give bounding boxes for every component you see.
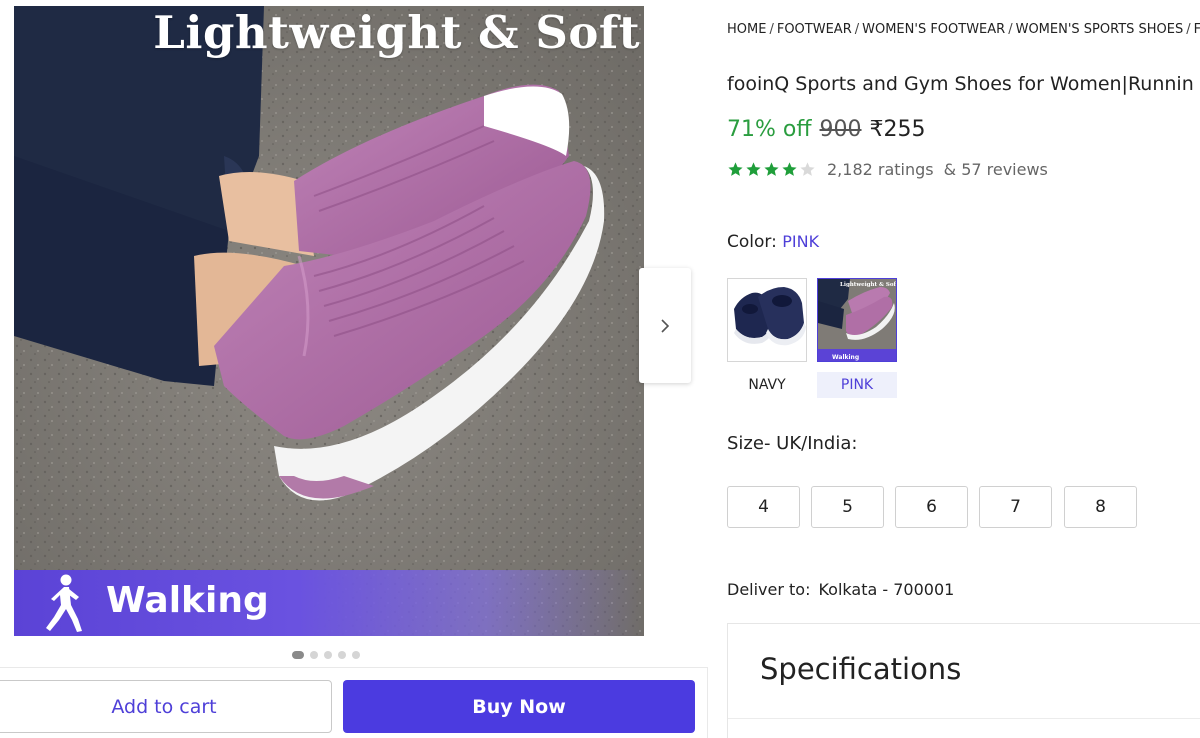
rating-row: 2,182 ratings & 57 reviews bbox=[727, 160, 1048, 179]
discount-percent: 71% off bbox=[727, 117, 812, 142]
add-to-cart-button[interactable]: Add to cart bbox=[0, 680, 332, 733]
color-label-text: Color: bbox=[727, 232, 777, 252]
size-option-5[interactable]: 5 bbox=[811, 486, 884, 528]
size-option-7[interactable]: 7 bbox=[979, 486, 1052, 528]
gallery-dot[interactable] bbox=[310, 651, 318, 659]
navy-shoe-thumbnail bbox=[728, 279, 806, 361]
size-option-4[interactable]: 4 bbox=[727, 486, 800, 528]
gallery-dot[interactable] bbox=[292, 651, 304, 659]
breadcrumb-home[interactable]: HOME bbox=[727, 22, 766, 37]
walking-label: Walking bbox=[106, 580, 269, 621]
gallery-dots bbox=[292, 651, 360, 659]
breadcrumb-footwear[interactable]: FOOTWEAR bbox=[777, 22, 852, 37]
color-swatch-navy[interactable] bbox=[727, 278, 807, 362]
product-gallery: Lightweight & Soft Walking Add to cart B… bbox=[0, 0, 708, 738]
delivery-row: Deliver to: Kolkata - 700001 bbox=[727, 580, 954, 599]
color-option-navy-label[interactable]: NAVY bbox=[727, 372, 807, 398]
breadcrumb: HOME / FOOTWEAR / WOMEN'S FOOTWEAR / WOMEN'S S… bbox=[727, 22, 1200, 37]
gallery-dot[interactable] bbox=[338, 651, 346, 659]
breadcrumb-womens-footwear[interactable]: WOMEN'S FOOTWEAR bbox=[862, 22, 1005, 37]
original-price: 900 bbox=[819, 117, 862, 142]
action-bar: Add to cart Buy Now bbox=[0, 667, 708, 738]
thumbnail-headline-text: Lightweight & Soft bbox=[840, 282, 897, 288]
color-label: Color: PINK bbox=[727, 232, 819, 252]
breadcrumb-separator: / bbox=[769, 22, 774, 37]
thumbnail-banner-text: Walking bbox=[832, 354, 859, 361]
star-filled-icon bbox=[782, 162, 797, 176]
shoe-photo bbox=[14, 6, 644, 636]
product-title: fooinQ Sports and Gym Shoes for Women|Ru… bbox=[727, 73, 1194, 95]
star-empty-icon bbox=[800, 162, 815, 176]
breadcrumb-current[interactable]: FO bbox=[1194, 22, 1200, 37]
specifications-card: Specifications bbox=[727, 623, 1200, 738]
size-label: Size- UK/India: bbox=[727, 433, 858, 454]
breadcrumb-separator: / bbox=[1008, 22, 1013, 37]
color-swatch-pink[interactable]: Walking Lightweight & Soft bbox=[817, 278, 897, 362]
gallery-dot[interactable] bbox=[324, 651, 332, 659]
size-option-6[interactable]: 6 bbox=[895, 486, 968, 528]
product-details: HOME / FOOTWEAR / WOMEN'S FOOTWEAR / WOMEN'S S… bbox=[727, 0, 1200, 738]
delivery-location[interactable]: Kolkata - 700001 bbox=[818, 580, 954, 599]
breadcrumb-separator: / bbox=[1186, 22, 1191, 37]
ratings-count[interactable]: 2,182 ratings bbox=[827, 160, 934, 179]
next-image-button[interactable] bbox=[639, 268, 691, 383]
star-filled-icon bbox=[746, 162, 761, 176]
specifications-title: Specifications bbox=[760, 652, 962, 686]
breadcrumb-separator: / bbox=[854, 22, 860, 37]
divider bbox=[728, 718, 1200, 719]
walking-banner: Walking bbox=[14, 570, 644, 636]
size-option-8[interactable]: 8 bbox=[1064, 486, 1137, 528]
selling-price: ₹255 bbox=[869, 117, 926, 142]
price-row: 71% off 900 ₹255 bbox=[727, 117, 926, 142]
walking-person-icon bbox=[46, 574, 82, 632]
rating-stars bbox=[727, 161, 816, 178]
chevron-right-icon bbox=[661, 318, 670, 333]
product-main-image[interactable]: Lightweight & Soft Walking bbox=[14, 6, 644, 636]
color-option-pink-label[interactable]: PINK bbox=[817, 372, 897, 398]
breadcrumb-womens-sports-shoes[interactable]: WOMEN'S SPORTS SHOES bbox=[1016, 22, 1184, 37]
gallery-dot[interactable] bbox=[352, 651, 360, 659]
deliver-to-label: Deliver to: bbox=[727, 580, 811, 599]
pink-shoe-thumbnail: Walking Lightweight & Soft bbox=[818, 279, 897, 361]
star-filled-icon bbox=[728, 162, 743, 176]
star-filled-icon bbox=[764, 162, 779, 176]
selected-color: PINK bbox=[782, 232, 820, 251]
buy-now-button[interactable]: Buy Now bbox=[343, 680, 695, 733]
reviews-count[interactable]: & 57 reviews bbox=[944, 160, 1048, 179]
image-headline: Lightweight & Soft bbox=[153, 6, 640, 59]
